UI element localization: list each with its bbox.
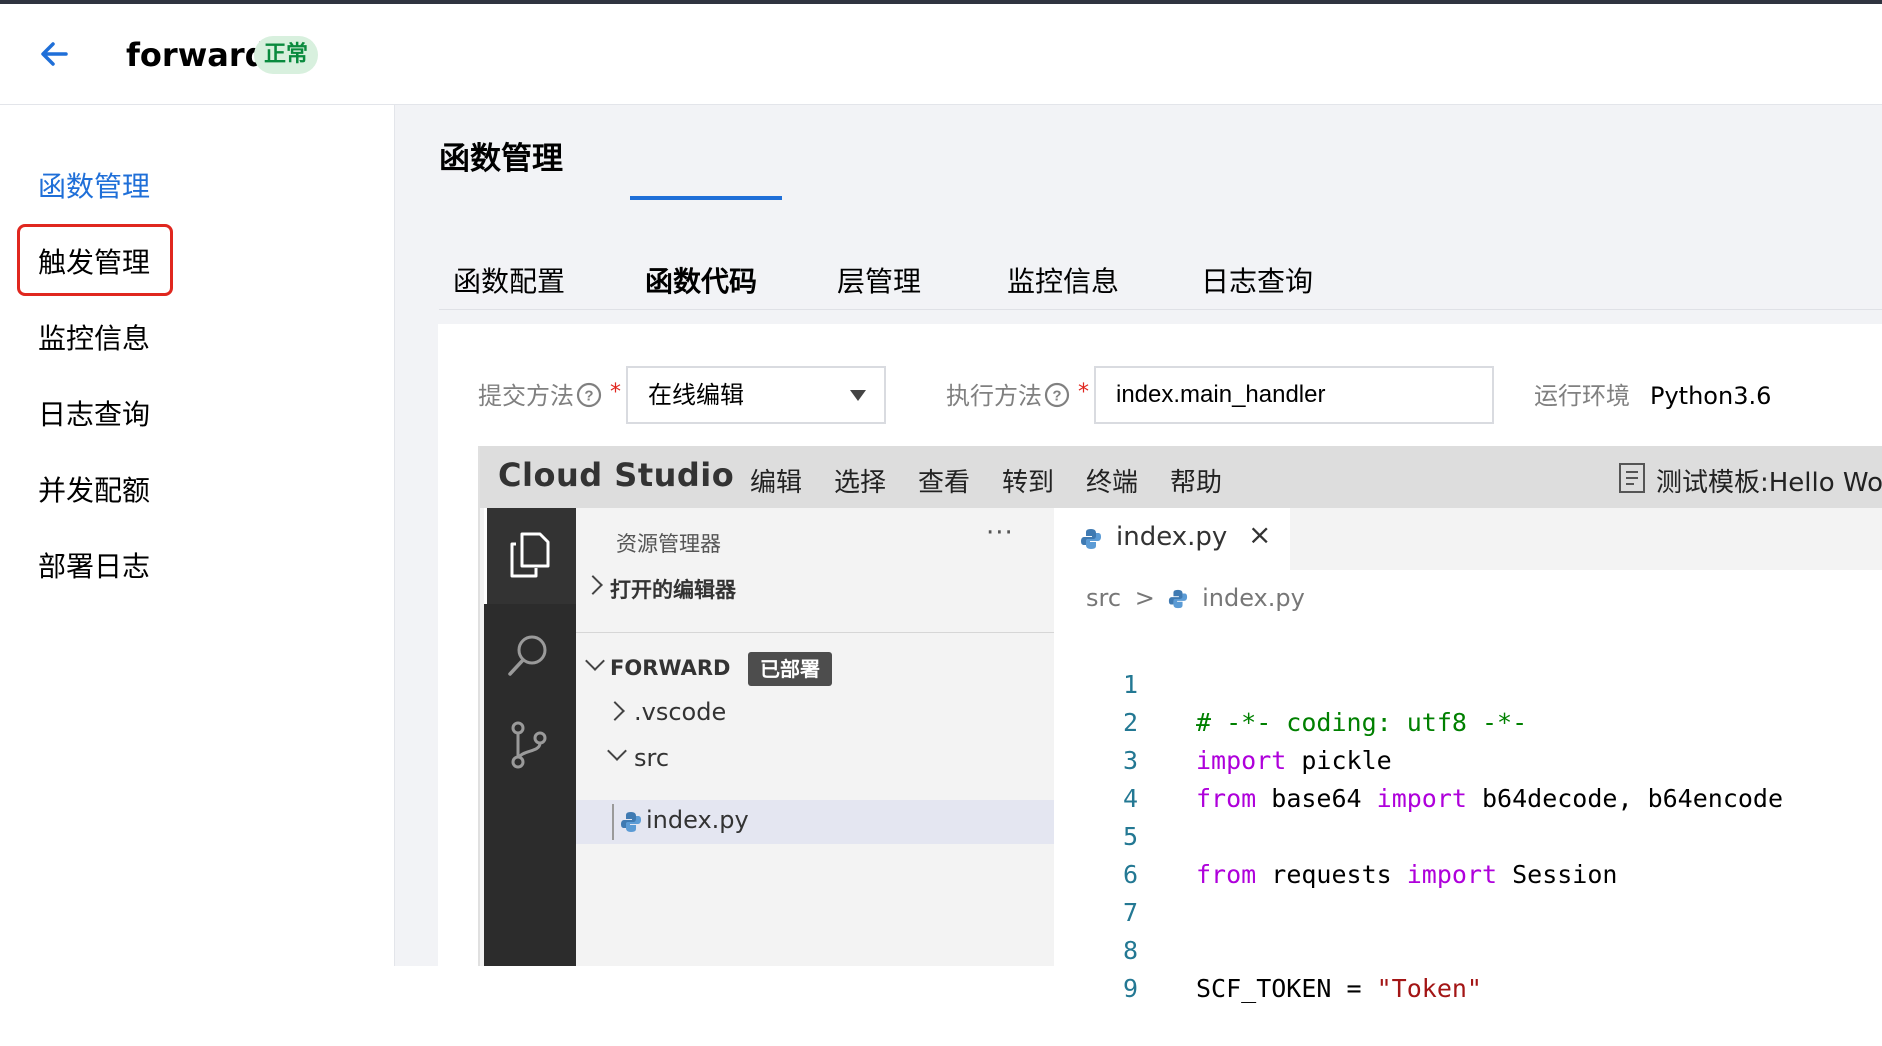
close-icon[interactable]: × [1248,518,1271,551]
deployed-badge: 已部署 [748,652,832,686]
tab-function-config[interactable]: 函数配置 [453,255,565,309]
tree-guide [612,804,614,840]
handler-input[interactable] [1096,368,1476,422]
runtime-value: Python3.6 [1650,382,1772,410]
files-icon[interactable] [502,528,556,582]
sidebar-item-function-management[interactable]: 函数管理 [38,167,150,207]
code-line[interactable]: 3 from base64 import b64decode, b64encod… [1054,704,1882,813]
code-line[interactable]: 5 from requests import Session [1054,780,1882,889]
page-header: forward 正常 [0,4,1882,105]
breadcrumb-file[interactable]: index.py [1202,584,1305,612]
document-icon [1619,463,1645,493]
open-editors-label: 打开的编辑器 [610,578,736,602]
sidebar: 函数管理 触发管理 监控信息 日志查询 并发配额 部署日志 [0,105,395,966]
back-arrow-icon[interactable] [36,36,72,72]
sidebar-item-monitoring[interactable]: 监控信息 [38,319,150,359]
code-line[interactable]: 4 [1054,742,1882,813]
ide-menubar: Cloud Studio 编辑 选择 查看 转到 终端 帮助 测试模板:Hell… [480,446,1882,508]
svg-text:?: ? [1052,388,1061,405]
active-tab-indicator [630,196,782,200]
line-number: 9 [1122,974,1138,1003]
code-line[interactable]: 1 # -*- coding: utf8 -*- [1054,628,1882,737]
tree-item-src[interactable]: src [576,736,1054,780]
code-line[interactable]: 6 [1054,818,1882,889]
cloud-studio-ide: Cloud Studio 编辑 选择 查看 转到 终端 帮助 测试模板:Hell… [478,446,1882,1003]
folder-vscode-label: .vscode [634,698,727,726]
project-section[interactable]: FORWARD 已部署 [576,644,1054,688]
search-icon[interactable] [502,628,556,682]
help-icon[interactable]: ? [1044,382,1070,408]
test-template-selector[interactable]: 测试模板:Hello World [1656,462,1882,499]
python-file-icon [1169,589,1188,609]
tab-bar: 函数配置 函数代码 层管理 监控信息 日志查询 [439,255,1882,310]
project-name: FORWARD [610,656,731,680]
chevron-down-icon [850,390,866,401]
open-editors-section[interactable]: 打开的编辑器 [576,564,1054,608]
explorer-panel: 资源管理器 ··· 打开的编辑器 FORWARD 已部署 .vscode src [576,508,1054,966]
handler-label: 执行方法 [946,382,1042,410]
submit-method-value: 在线编辑 [648,381,744,409]
handler-field-wrapper [1094,366,1494,424]
status-badge: 正常 [254,36,319,74]
breadcrumb-folder[interactable]: src [1086,584,1121,612]
editor-tab-index-py[interactable]: index.py × [1054,508,1290,570]
sidebar-item-log-query[interactable]: 日志查询 [38,395,150,435]
explorer-divider [576,632,1054,633]
cloud-studio-logo: Cloud Studio [498,456,735,494]
svg-text:?: ? [584,388,593,405]
menu-select[interactable]: 选择 [834,462,886,499]
help-icon[interactable]: ? [576,382,602,408]
tab-log-query[interactable]: 日志查询 [1201,255,1313,309]
file-index-py-label: index.py [646,806,749,834]
chevron-right-icon [583,575,603,595]
submit-method-select[interactable]: 在线编辑 [626,366,886,424]
sidebar-item-deploy-log[interactable]: 部署日志 [38,547,150,587]
tree-item-vscode[interactable]: .vscode [576,690,1054,734]
python-file-icon [621,812,641,832]
explorer-title: 资源管理器 [616,532,721,556]
more-actions-icon[interactable]: ··· [986,518,1014,548]
tab-monitoring[interactable]: 监控信息 [1007,255,1119,309]
tree-item-index-py[interactable]: index.py [576,800,1054,844]
tab-layer-management[interactable]: 层管理 [837,255,921,309]
menu-terminal[interactable]: 终端 [1086,462,1138,499]
code-editor: index.py × src > index.py 1 # -*- coding… [1054,508,1882,1003]
chevron-down-icon [585,651,605,671]
source-control-icon[interactable] [502,718,556,772]
code-text: SCF_TOKEN = "Token" [1196,974,1482,1003]
code-line[interactable]: 8 SCF_TOKEN = "Token" [1054,894,1882,1003]
menu-view[interactable]: 查看 [918,462,970,499]
menu-help[interactable]: 帮助 [1170,462,1222,499]
page-title: 函数管理 [439,141,563,177]
required-mark: * [610,380,621,405]
breadcrumb-separator: > [1134,584,1155,612]
highlight-annotation [17,224,173,296]
python-file-icon [1081,529,1101,549]
activity-bar [484,508,576,966]
editor-tab-bar: index.py × [1054,508,1882,570]
menu-goto[interactable]: 转到 [1002,462,1054,499]
sidebar-item-concurrency-quota[interactable]: 并发配额 [38,471,150,511]
chevron-right-icon [605,701,625,721]
tab-function-code[interactable]: 函数代码 [645,255,757,309]
submit-method-label: 提交方法 [478,382,574,410]
chevron-down-icon [607,741,627,761]
required-mark: * [1078,380,1089,405]
menu-edit[interactable]: 编辑 [750,462,802,499]
function-name: forward [126,36,268,74]
folder-src-label: src [634,744,670,772]
code-line[interactable]: 7 [1054,856,1882,927]
runtime-label: 运行环境 [1534,382,1630,410]
code-line[interactable]: 9 [1054,932,1882,1003]
code-line[interactable]: 2 import pickle [1054,666,1882,775]
editor-tab-label: index.py [1116,522,1228,552]
breadcrumb: src > index.py [1086,584,1305,612]
